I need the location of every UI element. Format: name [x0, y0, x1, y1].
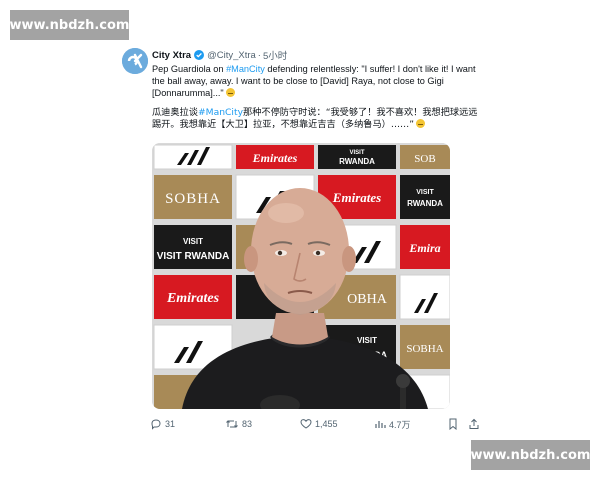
svg-text:VISIT: VISIT	[183, 237, 203, 246]
crying-face-emoji-icon	[416, 119, 426, 129]
svg-text:Emirates: Emirates	[166, 291, 220, 306]
tweet-header: City Xtra @City_Xtra · 5小时	[152, 48, 287, 63]
bookmark-button[interactable]	[448, 416, 461, 432]
tweet-text-chinese: 瓜迪奥拉谈#ManCity那种不停防守时说：“我受够了！我不喜欢！我想把球远远踢…	[152, 107, 482, 131]
watermark-top: www.nbdzh.com	[10, 10, 129, 40]
svg-text:VISIT: VISIT	[357, 336, 377, 345]
press-conference-photo: Emirates VISIT RWANDA SOB SOBHA Emirates…	[152, 143, 450, 409]
city-xtra-logo-icon	[122, 48, 148, 74]
svg-text:VISIT: VISIT	[416, 189, 434, 196]
svg-text:SOBHA: SOBHA	[406, 343, 443, 355]
text-segment: 瓜迪奥拉谈	[152, 107, 198, 118]
display-name[interactable]: City Xtra	[152, 50, 191, 61]
hashtag-link[interactable]: #ManCity	[198, 107, 243, 118]
text-segment: Pep Guardiola on	[152, 64, 227, 74]
hashtag-link[interactable]: #ManCity	[226, 64, 265, 74]
share-button[interactable]	[468, 416, 483, 432]
view-count: 4.7万	[389, 419, 411, 430]
bookmark-icon	[449, 418, 457, 430]
like-count: 1,455	[315, 419, 338, 429]
tweet-text-english: Pep Guardiola on #ManCity defending rele…	[152, 63, 482, 100]
heart-icon	[300, 419, 312, 429]
crying-face-emoji-icon	[225, 88, 235, 98]
svg-text:SOB: SOB	[414, 153, 435, 165]
sobha-board: SOBHA	[165, 191, 221, 207]
share-icon	[469, 418, 479, 429]
user-handle[interactable]: @City_Xtra	[207, 50, 256, 61]
reply-icon	[151, 419, 161, 430]
tweet-actions: 31 83 1,455 4.7万	[150, 416, 480, 432]
like-button[interactable]: 1,455	[300, 416, 338, 432]
reply-count: 31	[165, 419, 176, 429]
tweet-photo[interactable]: Emirates VISIT RWANDA SOB SOBHA Emirates…	[152, 143, 450, 409]
svg-text:Emirates: Emirates	[332, 190, 381, 205]
svg-text:RWANDA: RWANDA	[339, 157, 375, 166]
emirates-board: Emirates	[252, 151, 298, 165]
watermark-bottom: www.nbdzh.com	[471, 440, 590, 470]
svg-text:VISIT: VISIT	[349, 150, 364, 156]
retweet-button[interactable]: 83	[225, 416, 252, 432]
rwanda-board: VISIT RWANDA	[157, 251, 230, 262]
retweet-count: 83	[242, 419, 253, 429]
svg-text:OBHA: OBHA	[347, 292, 388, 307]
views-icon	[375, 421, 386, 428]
verified-badge-icon	[194, 50, 205, 60]
retweet-icon	[226, 420, 238, 428]
reply-button[interactable]: 31	[150, 416, 175, 432]
separator-dot: ·	[257, 49, 261, 61]
svg-text:Emira: Emira	[408, 241, 440, 255]
timestamp[interactable]: 5小时	[263, 48, 287, 62]
svg-text:RWANDA: RWANDA	[407, 199, 443, 208]
views-button[interactable]: 4.7万	[374, 416, 411, 432]
author-avatar[interactable]	[122, 48, 148, 74]
